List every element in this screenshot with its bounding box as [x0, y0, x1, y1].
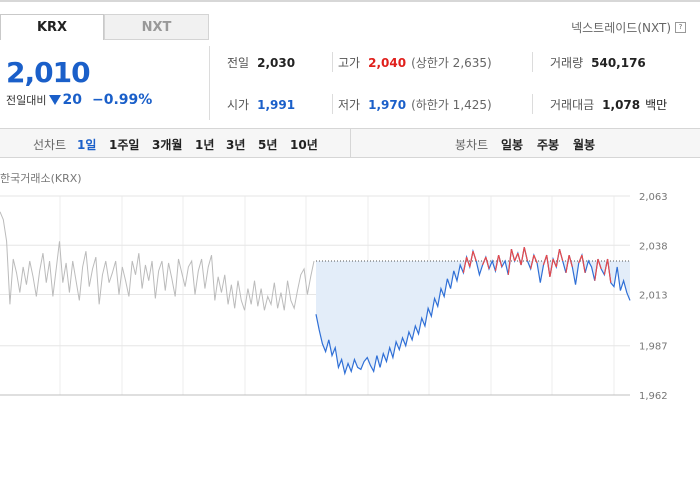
previous-day-line — [0, 211, 315, 311]
above-reference-segment — [555, 249, 561, 268]
above-reference-segment — [558, 249, 564, 262]
y-tick-label: 1,962 — [639, 391, 668, 402]
above-reference-segment — [514, 252, 519, 262]
above-reference-segment — [469, 251, 474, 268]
above-reference-segment — [510, 249, 516, 262]
price-chart: 2,063 2,038 2,013 1,987 1,962 — [0, 192, 668, 402]
y-tick-label: 1,987 — [639, 342, 668, 353]
y-tick-label: 2,013 — [639, 291, 668, 302]
above-reference-segment — [482, 256, 487, 266]
today-area-fill — [316, 261, 630, 374]
y-tick-label: 2,038 — [639, 241, 668, 252]
above-reference-segment — [472, 250, 477, 262]
above-reference-segment — [542, 254, 548, 266]
y-tick-label: 2,063 — [639, 192, 668, 203]
above-reference-segment — [523, 247, 529, 262]
above-reference-segment — [517, 252, 522, 266]
